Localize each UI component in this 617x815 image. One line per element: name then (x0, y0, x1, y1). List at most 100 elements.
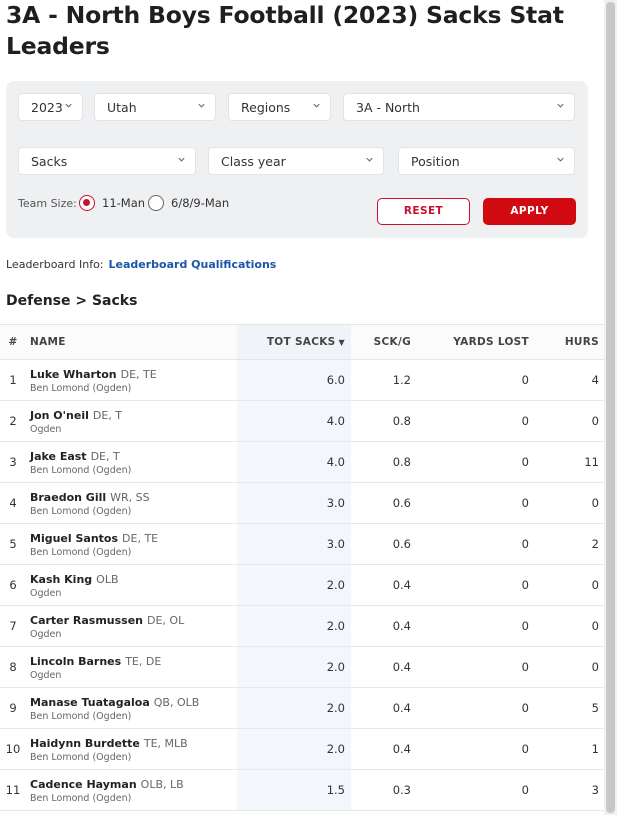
player-positions: OLB (96, 572, 119, 586)
cell-player: Luke Wharton DE, TE Ben Lomond (Ogden) (26, 359, 237, 401)
player-name-link[interactable]: Braedon Gill (30, 491, 106, 504)
table-header-row: # NAME TOT SACKS ▼ SCK/G YARDS LOST HURS … (0, 324, 604, 360)
leaderboard-qualifications-link[interactable]: Leaderboard Qualifications (109, 258, 277, 271)
cell-sck-g: 0.4 (351, 687, 417, 729)
regions-select-value: Regions (241, 100, 291, 115)
cell-player: Miguel Santos DE, TE Ben Lomond (Ogden) (26, 523, 237, 565)
cell-hurs: 0 (539, 400, 604, 442)
class-year-select-value: Class year (221, 154, 286, 169)
cell-hurs: 2 (539, 523, 604, 565)
cell-yards-lost: 0 (417, 523, 539, 565)
cell-sck-g: 0.8 (351, 441, 417, 483)
cell-player: Kash King OLB Ogden (26, 564, 237, 606)
team-size-label: Team Size: (18, 197, 77, 210)
player-name-link[interactable]: Jon O'neil (30, 409, 89, 422)
player-school-link[interactable]: Ogden (30, 629, 237, 640)
col-header-yards-lost[interactable]: YARDS LOST (417, 324, 539, 360)
cell-rank: 3 (0, 441, 26, 483)
cell-rank: 10 (0, 728, 26, 770)
player-school-link[interactable]: Ben Lomond (Ogden) (30, 506, 237, 517)
cell-tot-sacks: 1.5 (237, 769, 351, 811)
year-select[interactable]: 2023 (18, 93, 83, 121)
player-school-link[interactable]: Ben Lomond (Ogden) (30, 793, 237, 804)
cell-tot-sacks: 2.0 (237, 728, 351, 770)
position-select-value: Position (411, 154, 460, 169)
region-value-select[interactable]: 3A - North (343, 93, 575, 121)
cell-hurs: 5 (539, 687, 604, 729)
cell-hurs: 4 (539, 359, 604, 401)
player-school-link[interactable]: Ben Lomond (Ogden) (30, 465, 237, 476)
team-size-option-6-8-9-man[interactable]: 6/8/9-Man (171, 196, 229, 210)
player-name-link[interactable]: Kash King (30, 573, 92, 586)
cell-yards-lost: 0 (417, 728, 539, 770)
player-positions: OLB, LB (140, 777, 184, 791)
apply-button[interactable]: APPLY (483, 198, 576, 225)
chevron-down-icon (366, 157, 373, 162)
cell-hurs: 0 (539, 482, 604, 524)
cell-yards-lost: 0 (417, 605, 539, 647)
player-school-link[interactable]: Ben Lomond (Ogden) (30, 752, 237, 763)
chevron-down-icon (178, 157, 185, 162)
filter-panel: 2023 Utah Regions 3A - North Sacks Class… (6, 81, 588, 238)
cell-rank: 2 (0, 400, 26, 442)
col-header-tot-sacks[interactable]: TOT SACKS ▼ (237, 324, 351, 360)
section-title: Defense > Sacks (6, 293, 138, 309)
player-school-link[interactable]: Ogden (30, 424, 237, 435)
team-size-radio-6-8-9-man[interactable] (148, 195, 164, 211)
player-name-link[interactable]: Manase Tuatagaloa (30, 696, 150, 709)
table-row: 2Jon O'neilDE, TOgden4.00.8005 (0, 400, 604, 442)
cell-hurs: 0 (539, 646, 604, 688)
cell-sck-g: 0.6 (351, 482, 417, 524)
table-row: 9 Manase Tuatagaloa QB, OLB Ben Lomond (Ogd… (0, 687, 604, 729)
cell-yards-lost: 0 (417, 482, 539, 524)
chevron-down-icon (313, 103, 320, 108)
player-school-link[interactable]: Ben Lomond (Ogden) (30, 711, 237, 722)
player-name-link[interactable]: Cadence Hayman (30, 778, 137, 791)
cell-player: Carter Rasmussen DE, OL Ogden (26, 605, 237, 647)
team-size-option-11-man[interactable]: 11-Man (102, 196, 145, 210)
player-name-link[interactable]: Jake East (30, 450, 87, 463)
region-value-select-value: 3A - North (356, 100, 420, 115)
scrollbar-thumb[interactable] (606, 2, 615, 813)
player-name-link[interactable]: Carter Rasmussen (30, 614, 143, 627)
cell-sck-g: 0.4 (351, 728, 417, 770)
page-content: 3A - North Boys Football (2023) Sacks St… (0, 0, 604, 815)
table-row: 10 Haidynn Burdette TE, MLB Ben Lomond (Ogd… (0, 728, 604, 770)
leaderboard-info: Leaderboard Info: Leaderboard Qualificati… (6, 258, 276, 271)
reset-button[interactable]: RESET (377, 198, 470, 225)
cell-player: Cadence Hayman OLB, LB Ben Lomond (Ogden) (26, 769, 237, 811)
player-positions: QB, OLB (153, 695, 200, 709)
player-positions: DE, OL (147, 613, 185, 627)
scrollbar[interactable] (604, 0, 617, 815)
player-name-link[interactable]: Luke Wharton (30, 368, 117, 381)
player-name-link[interactable]: Lincoln Barnes (30, 655, 121, 668)
player-school-link[interactable]: Ben Lomond (Ogden) (30, 383, 237, 394)
col-header-sck-g[interactable]: SCK/G (351, 324, 417, 360)
cell-yards-lost: 0 (417, 400, 539, 442)
cell-hurs: 3 (539, 769, 604, 811)
year-select-value: 2023 (31, 100, 63, 115)
stat-select[interactable]: Sacks (18, 147, 196, 175)
player-school-link[interactable]: Ogden (30, 588, 237, 599)
regions-select[interactable]: Regions (228, 93, 331, 121)
position-select[interactable]: Position (398, 147, 575, 175)
class-year-select[interactable]: Class year (208, 147, 384, 175)
player-school-link[interactable]: Ben Lomond (Ogden) (30, 547, 237, 558)
col-header-rank: # (0, 324, 26, 360)
cell-yards-lost: 0 (417, 564, 539, 606)
team-size-radio-11-man[interactable] (79, 195, 95, 211)
stat-select-value: Sacks (31, 154, 68, 169)
cell-player: Jake East DE, T Ben Lomond (Ogden) (26, 441, 237, 483)
table-row: 6Kash KingOLBOgden2.00.4005 (0, 564, 604, 606)
col-header-name[interactable]: NAME (26, 324, 237, 360)
cell-sck-g: 0.3 (351, 769, 417, 811)
cell-sck-g: 0.6 (351, 523, 417, 565)
player-name-link[interactable]: Miguel Santos (30, 532, 118, 545)
table-row: 1 Luke Wharton DE, TE Ben Lomond (Ogden) 6.0… (0, 359, 604, 401)
player-name-link[interactable]: Haidynn Burdette (30, 737, 140, 750)
state-select[interactable]: Utah (94, 93, 216, 121)
cell-rank: 4 (0, 482, 26, 524)
player-school-link[interactable]: Ogden (30, 670, 237, 681)
col-header-hurs[interactable]: HURS (539, 324, 604, 360)
cell-tot-sacks: 6.0 (237, 359, 351, 401)
